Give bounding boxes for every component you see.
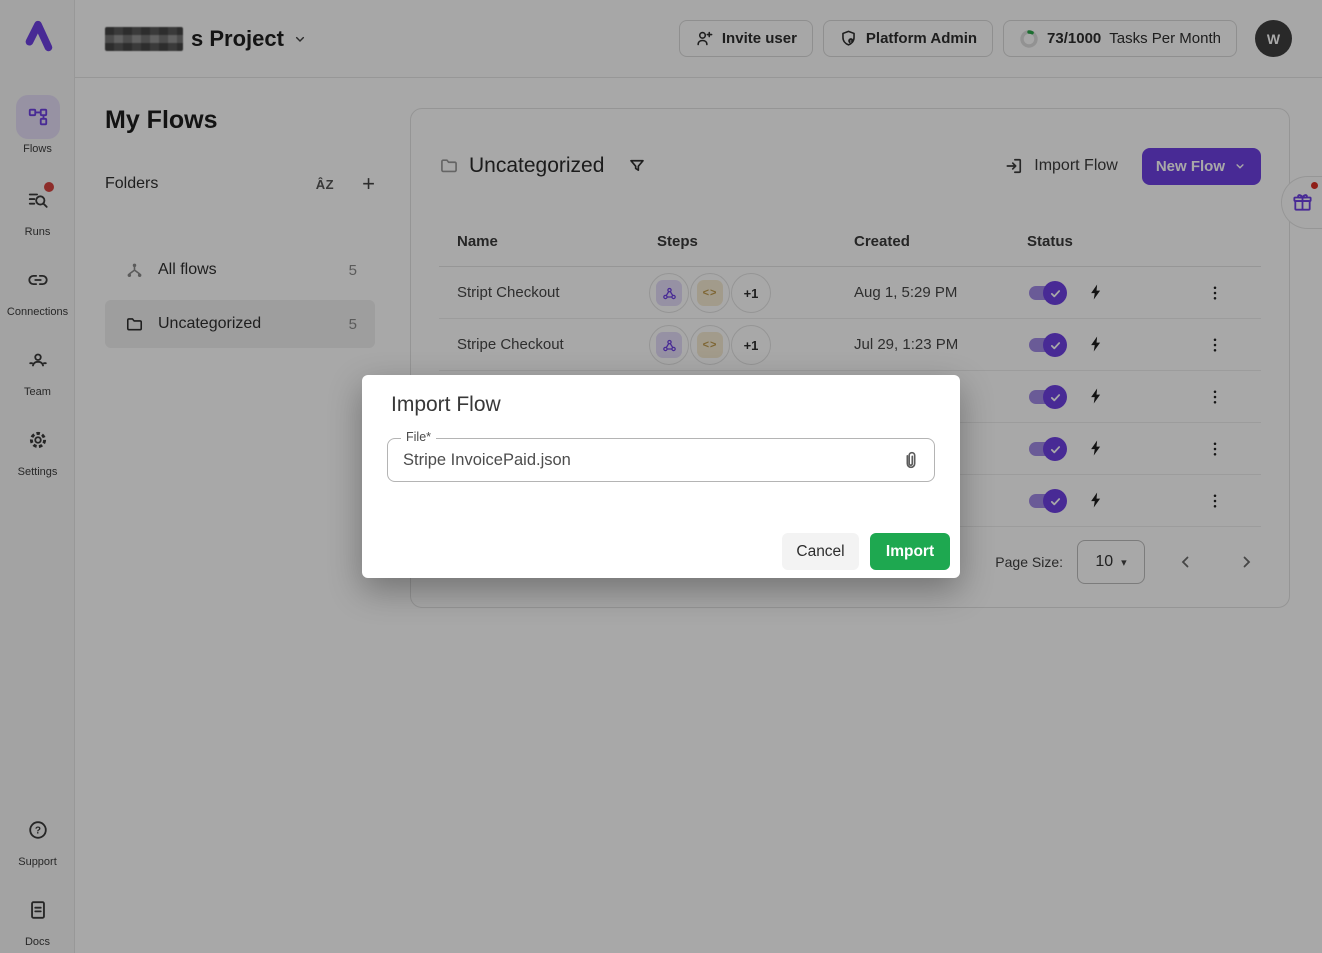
dialog-title: Import Flow <box>391 393 501 417</box>
file-field-value: Stripe InvoicePaid.json <box>403 439 571 483</box>
app-window: Flows Runs Connections Team Set <box>0 0 1322 953</box>
file-field[interactable]: File* Stripe InvoicePaid.json <box>387 438 935 482</box>
paperclip-icon[interactable] <box>900 449 922 471</box>
cancel-button[interactable]: Cancel <box>782 533 859 570</box>
import-button[interactable]: Import <box>870 533 950 570</box>
import-flow-dialog: Import Flow File* Stripe InvoicePaid.jso… <box>362 375 960 578</box>
